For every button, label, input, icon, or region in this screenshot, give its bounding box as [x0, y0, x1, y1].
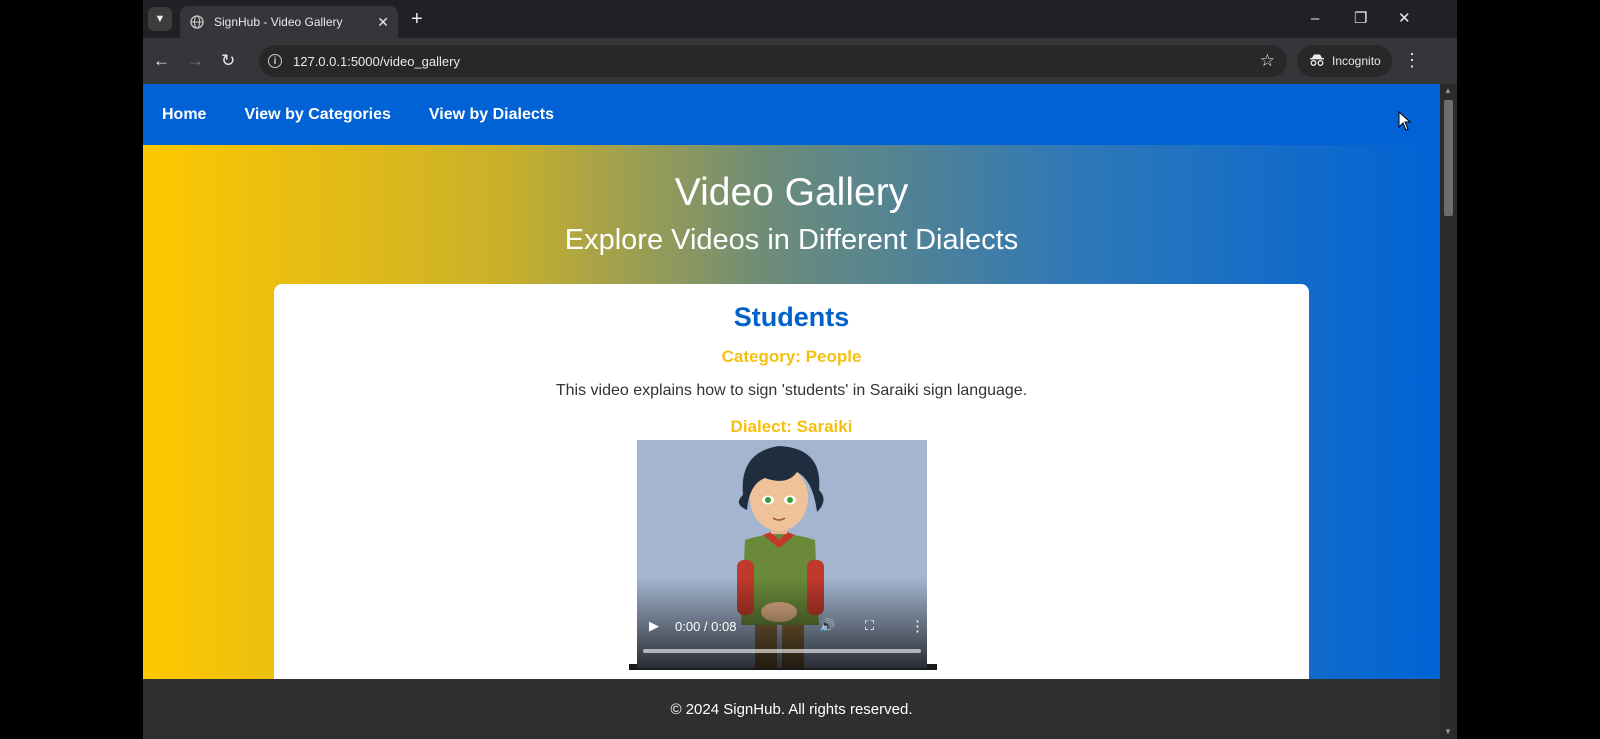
page-viewport: Home View by Categories View by Dialects… — [143, 84, 1440, 739]
address-bar[interactable]: i 127.0.0.1:5000/video_gallery ☆ — [259, 45, 1287, 77]
site-footer: © 2024 SignHub. All rights reserved. — [143, 679, 1440, 739]
close-window-icon[interactable]: ✕ — [1398, 8, 1411, 30]
url-text[interactable]: 127.0.0.1:5000/video_gallery — [293, 54, 460, 69]
browser-toolbar: ← → ↻ i 127.0.0.1:5000/video_gallery ☆ I… — [143, 38, 1457, 84]
fullscreen-icon[interactable]: ⛶ — [865, 618, 874, 634]
scroll-thumb[interactable] — [1444, 100, 1453, 216]
forward-arrow-icon[interactable]: → — [187, 50, 204, 72]
more-options-icon[interactable]: ⋮ — [910, 617, 925, 635]
footer-text: © 2024 SignHub. All rights reserved. — [670, 700, 913, 718]
volume-icon[interactable]: 🔊 — [819, 618, 835, 634]
incognito-indicator[interactable]: Incognito — [1297, 45, 1392, 77]
tab-search-button[interactable]: ▼ — [148, 7, 172, 31]
video-player[interactable]: ▶ 0:00 / 0:08 🔊 ⛶ ⋮ — [637, 440, 927, 668]
page-scrollbar[interactable]: ▲ ▼ — [1440, 84, 1457, 739]
globe-icon — [190, 15, 204, 29]
reload-icon[interactable]: ↻ — [221, 50, 235, 72]
video-progress-bar[interactable] — [643, 649, 921, 653]
nav-home-link[interactable]: Home — [162, 106, 206, 124]
tab-title: SignHub - Video Gallery — [214, 15, 343, 29]
video-description: This video explains how to sign 'student… — [555, 382, 1028, 399]
chevron-down-icon: ▼ — [154, 13, 166, 25]
video-category: Category: People — [721, 347, 862, 366]
restore-icon[interactable]: ❐ — [1354, 8, 1367, 30]
back-arrow-icon[interactable]: ← — [153, 50, 170, 72]
video-card: Students Category: People This video exp… — [274, 284, 1309, 704]
nav-categories-link[interactable]: View by Categories — [244, 106, 390, 124]
video-time: 0:00 / 0:08 — [675, 618, 737, 634]
browser-menu-icon[interactable]: ⋮ — [1403, 48, 1421, 72]
close-tab-icon[interactable]: ✕ — [377, 14, 389, 31]
scroll-up-icon[interactable]: ▲ — [1444, 86, 1452, 95]
video-dialect: Dialect: Saraiki — [730, 417, 853, 436]
incognito-label: Incognito — [1332, 54, 1381, 68]
mouse-cursor-icon — [1398, 111, 1412, 131]
browser-window: ▼ SignHub - Video Gallery ✕ + – ❐ ✕ ← → … — [143, 0, 1457, 739]
minimize-icon[interactable]: – — [1311, 8, 1319, 30]
nav-dialects-link[interactable]: View by Dialects — [429, 106, 554, 124]
video-controls: ▶ 0:00 / 0:08 🔊 ⛶ ⋮ — [637, 613, 927, 639]
active-tab[interactable]: SignHub - Video Gallery ✕ — [180, 6, 398, 38]
incognito-icon — [1309, 54, 1325, 69]
video-title: Students — [733, 302, 850, 332]
play-icon[interactable]: ▶ — [649, 618, 659, 634]
scroll-down-icon[interactable]: ▼ — [1444, 727, 1452, 736]
site-navbar: Home View by Categories View by Dialects — [143, 84, 1440, 145]
bookmark-star-icon[interactable]: ☆ — [1260, 51, 1275, 71]
tab-strip: ▼ SignHub - Video Gallery ✕ + – ❐ ✕ — [143, 0, 1457, 38]
page-subtitle: Explore Videos in Different Dialects — [564, 224, 1019, 256]
new-tab-icon[interactable]: + — [411, 8, 423, 30]
page-title: Video Gallery — [674, 171, 909, 214]
site-info-icon[interactable]: i — [268, 54, 282, 68]
